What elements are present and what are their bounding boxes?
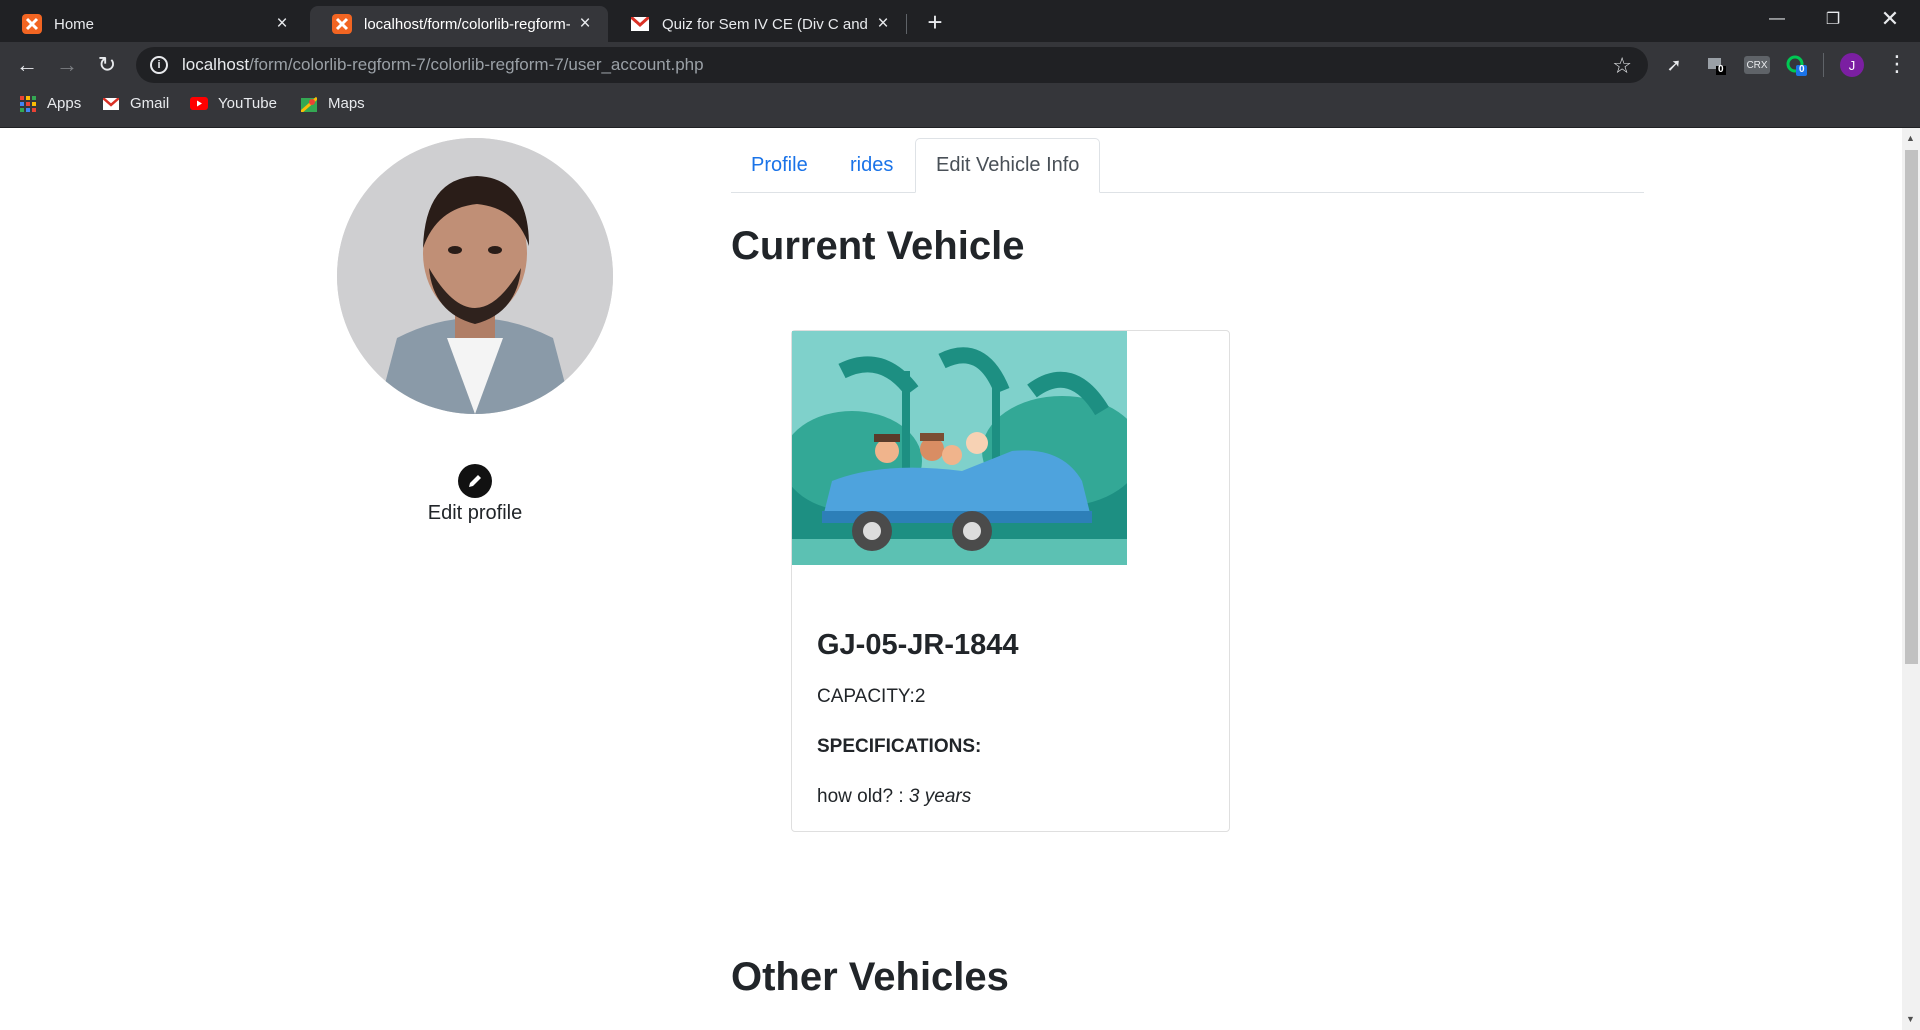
tab-separator xyxy=(906,14,907,34)
specifications-heading: SPECIFICATIONS: xyxy=(817,736,982,757)
bookmark-gmail[interactable]: Gmail xyxy=(102,95,169,112)
ext-badge-count: 0 xyxy=(1718,64,1724,75)
vehicle-age-value: 3 years xyxy=(908,786,972,807)
site-info-icon[interactable]: i xyxy=(150,56,168,74)
page-scrollbar[interactable]: ▲ ▼ xyxy=(1902,128,1920,1030)
gmail-favicon-icon xyxy=(630,14,650,34)
restore-button[interactable]: ❐ xyxy=(1805,0,1861,38)
vehicle-card: GJ-05-JR-1844 CAPACITY:2 SPECIFICATIONS:… xyxy=(782,330,1230,832)
bookmark-maps[interactable]: Maps xyxy=(300,95,365,112)
vehicle-plate-number: GJ-05-JR-1844 xyxy=(817,629,1019,661)
tab-profile[interactable]: Profile xyxy=(731,138,828,192)
close-tab-icon[interactable]: × xyxy=(874,13,892,35)
xampp-favicon-icon xyxy=(332,14,352,34)
back-arrow-icon[interactable]: ← xyxy=(13,51,41,79)
scroll-down-arrow-icon[interactable]: ▼ xyxy=(1906,1014,1915,1024)
apps-grid-icon xyxy=(19,95,37,112)
reload-icon[interactable]: ↻ xyxy=(93,51,121,79)
bookmark-label: Gmail xyxy=(130,95,170,112)
other-vehicles-heading: Other Vehicles xyxy=(731,955,1009,999)
bookmark-label: YouTube xyxy=(218,95,277,112)
bookmark-star-icon[interactable]: ☆ xyxy=(1612,53,1632,79)
menu-dots-icon[interactable]: ⋮ xyxy=(1886,52,1908,76)
edit-pencil-icon[interactable] xyxy=(458,464,492,498)
minimize-button[interactable]: — xyxy=(1749,0,1805,38)
tab-title: Home xyxy=(54,15,95,33)
current-vehicle-heading: Current Vehicle xyxy=(731,224,1025,268)
xampp-favicon-icon xyxy=(22,14,42,34)
bookmarks-bar: Apps Gmail YouTube Maps xyxy=(0,87,1920,128)
tab-strip: Home × localhost/form/colorlib-regform- … xyxy=(0,0,1920,42)
url-text[interactable]: localhost/form/colorlib-regform-7/colorl… xyxy=(182,55,704,75)
tab-edit-vehicle-info[interactable]: Edit Vehicle Info xyxy=(915,138,1101,193)
toolbar-divider xyxy=(1823,53,1824,77)
scrollbar-thumb[interactable] xyxy=(1905,150,1918,664)
vehicle-capacity: CAPACITY:2 xyxy=(817,686,926,707)
forward-arrow-icon[interactable]: → xyxy=(53,51,81,79)
close-tab-icon[interactable]: × xyxy=(576,13,594,35)
extension-badge-icon[interactable]: 0 xyxy=(1704,53,1728,77)
vehicle-image xyxy=(782,331,1142,565)
profile-photo xyxy=(337,138,613,414)
vehicle-age: how old? : 3 years xyxy=(817,786,972,807)
scroll-up-arrow-icon[interactable]: ▲ xyxy=(1906,133,1915,143)
profile-avatar[interactable]: J xyxy=(1840,53,1864,77)
bookmark-apps[interactable]: Apps xyxy=(19,95,81,112)
close-tab-icon[interactable]: × xyxy=(273,13,291,35)
youtube-icon xyxy=(190,96,208,112)
green-extension-icon[interactable]: 0 xyxy=(1784,53,1808,77)
ext-badge-count: 0 xyxy=(1799,64,1805,75)
tab-rides[interactable]: rides xyxy=(830,138,913,192)
maps-icon xyxy=(300,96,318,112)
tab-title: localhost/form/colorlib-regform- xyxy=(364,15,570,33)
browser-toolbar: ← → ↻ i localhost/form/colorlib-regform-… xyxy=(0,42,1920,87)
edit-profile-link[interactable]: Edit profile xyxy=(400,502,550,525)
bookmark-label: Maps xyxy=(328,95,365,112)
bookmark-label: Apps xyxy=(47,95,82,112)
tab-quiz[interactable]: Quiz for Sem IV CE (Div C and D) × xyxy=(608,6,906,42)
tab-user-account[interactable]: localhost/form/colorlib-regform- × xyxy=(310,6,608,42)
cursor-extension-icon[interactable]: ➚ xyxy=(1662,53,1686,77)
tab-home[interactable]: Home × xyxy=(0,6,305,42)
tab-title: Quiz for Sem IV CE (Div C and D) xyxy=(662,15,868,33)
address-bar[interactable]: i localhost/form/colorlib-regform-7/colo… xyxy=(136,47,1648,83)
crx-extension-icon[interactable]: CRX xyxy=(1744,56,1770,74)
new-tab-button[interactable]: + xyxy=(922,9,948,35)
page-content: Edit profile Profile rides Edit Vehicle … xyxy=(0,128,1902,1030)
vehicle-tabs: Profile rides Edit Vehicle Info xyxy=(731,138,1644,193)
bookmark-youtube[interactable]: YouTube xyxy=(190,95,277,112)
gmail-icon xyxy=(102,96,120,112)
close-window-button[interactable]: ✕ xyxy=(1862,0,1918,38)
